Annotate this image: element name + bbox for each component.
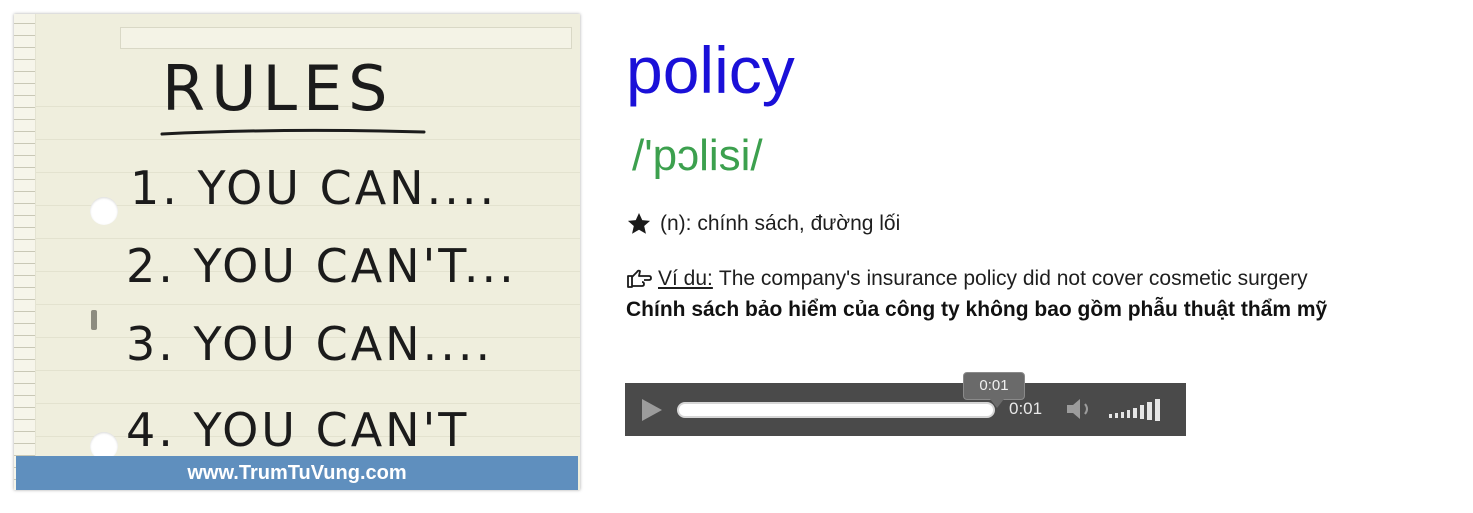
image-caption: www.TrumTuVung.com	[16, 456, 578, 490]
meaning-text: (n): chính sách, đường lối	[660, 212, 901, 235]
tooltip-pointer	[990, 399, 1004, 408]
example-sentence: The company's insurance policy did not c…	[718, 267, 1308, 290]
time-tooltip: 0:01	[963, 372, 1025, 400]
rule-line: 4. YOU CAN'T	[126, 403, 469, 457]
star-icon	[627, 212, 651, 234]
play-icon[interactable]	[637, 396, 665, 424]
current-time: 0:01	[1009, 399, 1043, 418]
rule-line: 1. YOU CAN....	[130, 161, 497, 215]
audio-player: 0:01	[625, 383, 1186, 436]
rule-line: 3. YOU CAN....	[126, 317, 493, 371]
rules-title: RULES	[162, 52, 394, 125]
meaning-row: (n): chính sách, đường lối	[626, 209, 900, 239]
example-translation: Chính sách bảo hiểm của công ty không ba…	[626, 298, 1328, 321]
rule-line: 2. YOU CAN'T...	[126, 239, 517, 293]
handwritten-rules: RULES 1. YOU CAN.... 2. YOU CAN'T... 3. …	[126, 52, 517, 457]
vocabulary-word: policy	[626, 33, 795, 107]
speaker-icon[interactable]	[1065, 397, 1099, 421]
progress-track[interactable]	[677, 402, 995, 418]
pronunciation: /'pɔlisi/	[632, 131, 763, 180]
volume-slider[interactable]	[1109, 397, 1173, 423]
pointing-hand-icon	[627, 269, 652, 288]
rules-image: RULES 1. YOU CAN.... 2. YOU CAN'T... 3. …	[14, 14, 580, 490]
example-row: Ví du: The company's insurance policy di…	[626, 265, 1308, 293]
example-label: Ví du:	[658, 267, 713, 290]
